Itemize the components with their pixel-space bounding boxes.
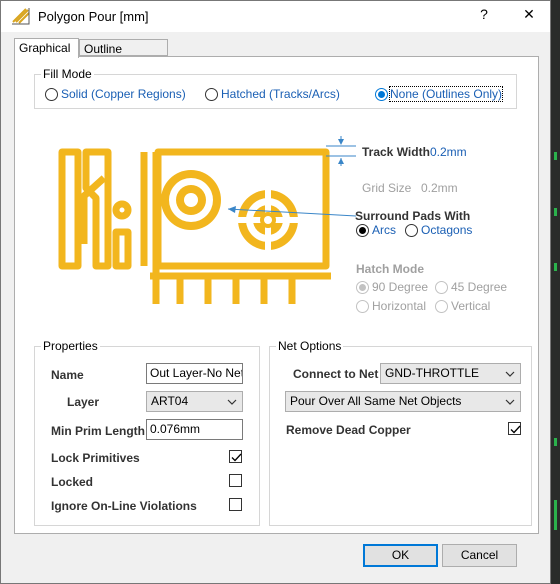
tab-outline-vertices[interactable]: Outline Vertices [79, 39, 168, 74]
track-width-label: Track Width [362, 145, 430, 159]
layer-label: Layer [67, 395, 100, 409]
properties-label: Properties [41, 339, 100, 353]
hatch-90-radio [356, 281, 369, 294]
ignore-violations-label: Ignore On-Line Violations [51, 499, 197, 513]
remove-dead-copper-checkbox[interactable] [508, 422, 521, 435]
fill-mode-label: Fill Mode [41, 67, 94, 81]
chevron-down-icon [227, 395, 237, 414]
fill-mode-solid-label[interactable]: Solid (Copper Regions) [61, 87, 186, 101]
hatch-45-radio [435, 281, 448, 294]
grid-size-label: Grid Size [362, 181, 412, 195]
window-title: Polygon Pour [mm] [38, 9, 149, 24]
hatch-vertical-label: Vertical [451, 299, 491, 313]
net-options-label: Net Options [276, 339, 344, 353]
polygon-app-icon [11, 7, 31, 28]
polygon-preview-graphic [58, 136, 356, 304]
bg-marker [554, 263, 557, 271]
surround-pads-label: Surround Pads With [355, 209, 471, 223]
bg-marker [554, 208, 557, 216]
fill-mode-none-label[interactable]: None (Outlines Only) [388, 86, 504, 102]
pour-over-value: Pour Over All Same Net Objects [290, 394, 462, 408]
polygon-pour-dialog: Polygon Pour [mm] ? ✕ Graphical Outline … [0, 0, 551, 584]
title-bar[interactable]: Polygon Pour [mm] ? ✕ [1, 1, 550, 32]
fill-mode-solid-radio[interactable] [45, 88, 58, 101]
bg-marker [554, 152, 557, 160]
name-field[interactable]: Out Layer-No Net [146, 363, 243, 384]
surround-octagons-radio[interactable] [405, 224, 418, 237]
bg-marker [554, 438, 557, 446]
surround-arcs-radio[interactable] [356, 224, 369, 237]
cancel-button[interactable]: Cancel [442, 544, 517, 567]
lock-primitives-checkbox[interactable] [229, 450, 242, 463]
check-icon [510, 425, 521, 434]
fill-mode-none-radio[interactable] [375, 88, 388, 101]
connect-to-net-select[interactable]: GND-THROTTLE [380, 363, 521, 384]
connect-to-net-label: Connect to Net [293, 367, 379, 381]
fill-mode-hatched-radio[interactable] [205, 88, 218, 101]
locked-checkbox[interactable] [229, 474, 242, 487]
chevron-down-icon [505, 395, 515, 414]
hatch-vertical-radio [435, 300, 448, 313]
hatch-horizontal-label: Horizontal [372, 299, 427, 313]
background-app-strip [551, 0, 560, 584]
surround-arcs-label[interactable]: Arcs [372, 223, 396, 237]
layer-select-value: ART04 [151, 394, 189, 408]
tab-graphical[interactable]: Graphical [14, 38, 79, 58]
chevron-down-icon [505, 367, 515, 386]
hatch-horizontal-radio [356, 300, 369, 313]
min-prim-length-field[interactable]: 0.076mm [146, 419, 243, 440]
layer-select[interactable]: ART04 [146, 391, 243, 412]
surround-octagons-label[interactable]: Octagons [421, 223, 472, 237]
connect-to-net-value: GND-THROTTLE [385, 366, 479, 380]
hatch-90-label: 90 Degree [372, 280, 429, 294]
min-prim-length-label: Min Prim Length [51, 424, 145, 438]
close-button[interactable]: ✕ [517, 6, 541, 23]
track-width-value[interactable]: 0.2mm [430, 145, 467, 159]
ignore-violations-checkbox[interactable] [229, 498, 242, 511]
grid-size-value: 0.2mm [421, 181, 458, 195]
ok-button[interactable]: OK [363, 544, 438, 567]
pour-over-select[interactable]: Pour Over All Same Net Objects [285, 391, 521, 412]
fill-mode-hatched-label[interactable]: Hatched (Tracks/Arcs) [221, 87, 340, 101]
hatch-45-label: 45 Degree [451, 280, 508, 294]
bg-marker [554, 500, 557, 530]
check-icon [231, 453, 242, 462]
lock-primitives-label: Lock Primitives [51, 451, 140, 465]
name-label: Name [51, 368, 84, 382]
remove-dead-copper-label: Remove Dead Copper [286, 423, 411, 437]
locked-label: Locked [51, 475, 94, 489]
help-button[interactable]: ? [472, 6, 496, 22]
hatch-mode-label: Hatch Mode [356, 262, 425, 276]
